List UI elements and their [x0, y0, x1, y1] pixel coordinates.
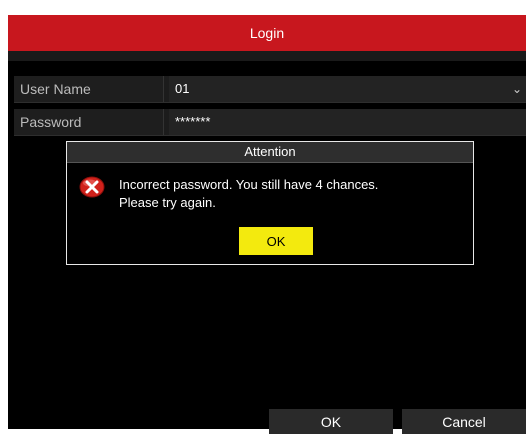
password-row: Password ******* — [14, 109, 526, 136]
password-value: ******* — [175, 114, 211, 129]
username-row: User Name 01 ⌄ — [14, 76, 526, 103]
dialog-message-line1: Incorrect password. You still have 4 cha… — [119, 177, 379, 192]
username-value: 01 — [175, 81, 190, 96]
chevron-down-icon[interactable]: ⌄ — [512, 76, 522, 102]
window-title: Login — [249, 25, 285, 41]
titlebar: Login — [8, 15, 526, 51]
dialog-message: Incorrect password. You still have 4 cha… — [119, 176, 464, 212]
username-select[interactable]: 01 ⌄ — [169, 76, 526, 102]
attention-dialog: Attention Incorrect password. You still … — [66, 141, 474, 265]
dialog-ok-button[interactable]: OK — [239, 227, 313, 255]
ok-button[interactable]: OK — [269, 409, 393, 434]
cancel-button[interactable]: Cancel — [402, 409, 526, 434]
dialog-title: Attention — [67, 142, 473, 163]
error-x-icon — [79, 176, 105, 198]
footer: OK Cancel — [8, 404, 526, 434]
password-field[interactable]: ******* — [169, 109, 526, 135]
titlebar-divider — [8, 51, 526, 61]
dialog-message-line2: Please try again. — [119, 195, 216, 210]
password-label: Password — [14, 109, 164, 135]
username-label: User Name — [14, 76, 164, 102]
login-window: Login User Name 01 ⌄ Password ******* At… — [8, 15, 526, 434]
